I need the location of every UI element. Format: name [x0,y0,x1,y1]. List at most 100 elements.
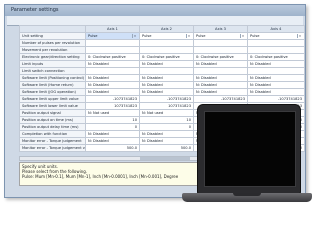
parameter-cell[interactable]: N: Disabled [139,88,194,96]
row-label: Software limit (Positioning control) [19,74,86,82]
parameter-cell[interactable] [139,39,194,47]
parameter-cell[interactable]: N: Disabled [85,137,140,145]
parameter-cell[interactable]: Pulse ▾ [85,32,140,40]
cell-value: N: Disabled [142,139,163,143]
parameter-cell[interactable] [247,39,305,47]
cell-value: 0: Clockwise positive [88,55,126,59]
parameter-cell[interactable] [85,67,140,75]
parameter-cell[interactable] [193,67,248,75]
chevron-down-icon[interactable]: ▾ [132,34,137,38]
parameter-cell[interactable]: -1073741823 [139,95,194,103]
cell-value: N: Disabled [196,90,217,94]
parameter-cell[interactable] [85,46,140,54]
parameter-cell[interactable]: N: Disabled [193,74,248,82]
parameter-cell[interactable]: -1073741823 [247,95,305,103]
parameter-cell[interactable]: 0 [85,123,140,131]
table-row: Software limit (JOG operation) N: Disable… [19,88,305,96]
parameter-cell[interactable]: N: Disabled [247,74,305,82]
parameter-cell[interactable]: 1073741823 [139,102,194,110]
header-corner [19,25,86,33]
cell-value: N: Disabled [250,62,271,66]
parameter-cell[interactable]: N: Disabled [247,81,305,89]
cell-value: 0 [299,125,302,129]
cell-value: 10 [132,118,137,122]
table-row: Unit setting Pulse ▾ Pulse ▾ Pulse ▾ Pulse ▾ [19,32,305,40]
row-label: Position output on time (ms) [19,116,86,124]
parameter-cell[interactable]: N: Not used [139,109,194,117]
row-label: Unit setting [19,32,86,40]
cell-value: -1073741823 [277,97,302,101]
row-label: Monitor error - Torque judgement [19,137,86,145]
cell-value: 0 [188,125,191,129]
row-label: Movement per revolution [19,46,86,54]
column-header-axis-1: Axis 1 [85,25,140,33]
parameter-cell[interactable]: N: Disabled [139,137,194,145]
parameter-cell[interactable]: N: Disabled [85,60,140,68]
parameter-cell[interactable] [193,39,248,47]
cell-value: N: Disabled [88,90,109,94]
table-row: Limit switch connection [19,67,305,75]
cell-value: N: Disabled [142,62,163,66]
cell-value: -1073741823 [166,97,191,101]
row-label: Limit inputs [19,60,86,68]
laptop-screen [204,111,296,187]
parameter-cell[interactable]: N: Disabled [85,88,140,96]
parameter-cell[interactable]: 500.0 [139,144,194,152]
description-line: Pulse: Mum [Mn-0.1], Mum [Mn-1], Inch [M… [22,174,179,179]
cell-value: N: Disabled [196,62,217,66]
parameter-cell[interactable] [247,67,305,75]
parameter-cell[interactable] [85,39,140,47]
parameter-cell[interactable]: 0: Clockwise positive [247,53,305,61]
parameter-cell[interactable]: N: Disabled [139,60,194,68]
cell-value: Pulse [250,34,260,38]
parameter-cell[interactable] [139,46,194,54]
parameter-cell[interactable]: -1073741823 [85,95,140,103]
row-label: Software limit lower limit value [19,102,86,110]
cell-value: Pulse [142,34,152,38]
parameter-cell[interactable]: 0: Clockwise positive [139,53,194,61]
cell-value: -1073741823 [220,97,245,101]
parameter-cell[interactable]: N: Disabled [85,74,140,82]
parameter-cell[interactable]: 0 [139,123,194,131]
parameter-cell[interactable]: 0: Clockwise positive [193,53,248,61]
parameter-cell[interactable]: 500.0 [85,144,140,152]
parameter-cell[interactable]: N: Disabled [193,60,248,68]
parameter-cell[interactable]: Pulse ▾ [139,32,194,40]
chevron-down-icon[interactable]: ▾ [186,34,191,38]
cell-value: N: Disabled [142,132,163,136]
parameter-cell[interactable]: N: Not used [85,109,140,117]
parameter-cell[interactable]: N: Disabled [139,130,194,138]
table-row: Movement per revolution [19,46,305,54]
parameter-cell[interactable] [193,46,248,54]
parameter-cell[interactable]: N: Disabled [85,81,140,89]
cell-value: N: Disabled [88,76,109,80]
cell-value: 10 [186,118,191,122]
parameter-cell[interactable]: 10 [139,116,194,124]
cell-value: 500.0 [180,146,191,150]
row-label: Position output signal [19,109,86,117]
scrollbar-thumb[interactable] [140,157,190,160]
parameter-cell[interactable]: 0: Clockwise positive [85,53,140,61]
parameter-cell[interactable]: N: Disabled [247,60,305,68]
parameter-cell[interactable]: -1073741823 [193,95,248,103]
parameter-cell[interactable]: 1073741823 [85,102,140,110]
parameter-cell[interactable] [247,46,305,54]
parameter-cell[interactable]: N: Disabled [139,74,194,82]
chevron-down-icon[interactable]: ▾ [297,34,302,38]
parameter-cell[interactable]: 10 [85,116,140,124]
parameter-cell[interactable]: N: Disabled [193,81,248,89]
parameter-cell[interactable]: N: Disabled [247,88,305,96]
column-header-axis-2: Axis 2 [139,25,194,33]
table-row: Software limit (Home return) N: Disabled N… [19,81,305,89]
cell-value: 1073741823 [114,104,137,108]
column-header-axis-4: Axis 4 [247,25,305,33]
parameter-cell[interactable]: N: Disabled [139,81,194,89]
row-label: Software limit upper limit value [19,95,86,103]
parameter-cell[interactable]: N: Disabled [193,88,248,96]
parameter-cell[interactable]: Pulse ▾ [193,32,248,40]
parameter-cell[interactable]: N: Disabled [85,130,140,138]
chevron-down-icon[interactable]: ▾ [240,34,245,38]
parameter-cell[interactable]: Pulse ▾ [247,32,305,40]
parameter-cell[interactable] [139,67,194,75]
cell-value: N: Disabled [142,76,163,80]
